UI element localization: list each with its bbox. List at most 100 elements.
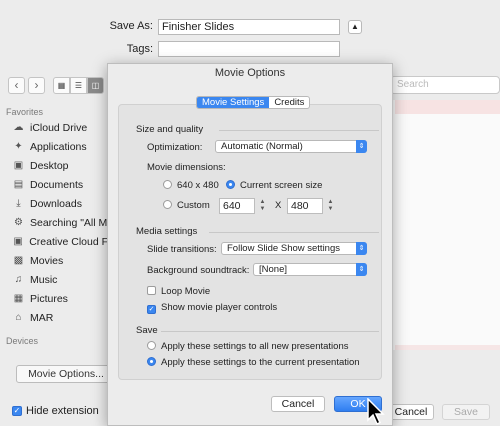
- chevron-right-icon: ›: [34, 78, 39, 92]
- checkbox-label: Loop Movie: [161, 286, 211, 297]
- radio-label: Apply these settings to the current pres…: [161, 357, 360, 368]
- forward-button[interactable]: ›: [28, 77, 45, 94]
- checkbox-label: Show movie player controls: [161, 302, 278, 313]
- sidebar-item-label: Applications: [30, 141, 87, 153]
- sidebar-item-label: Creative Cloud F: [29, 236, 108, 248]
- transitions-value: Follow Slide Show settings: [227, 243, 340, 254]
- music-icon: ♫: [14, 274, 23, 285]
- sidebar-item-label: Desktop: [30, 160, 69, 172]
- radio-icon: [147, 357, 156, 366]
- icon-view-button[interactable]: ▦: [53, 77, 70, 94]
- transitions-popup[interactable]: Follow Slide Show settings ⇕: [221, 242, 367, 255]
- save-section-header: Save: [136, 325, 158, 336]
- movie-options-sheet: Movie Options Size and quality Optimizat…: [107, 63, 393, 426]
- save-dialog-save-button[interactable]: Save: [442, 404, 490, 420]
- save-as-field[interactable]: Finisher Slides: [158, 19, 340, 35]
- sidebar-item-label: iCloud Drive: [30, 122, 88, 134]
- sidebar-item-label: Pictures: [30, 293, 68, 305]
- custom-width-field[interactable]: 640: [219, 198, 255, 214]
- search-input[interactable]: Search: [390, 76, 500, 94]
- soundtrack-label: Background soundtrack:: [147, 265, 250, 276]
- back-button[interactable]: ‹: [8, 77, 25, 94]
- sidebar-item-creative-cloud[interactable]: ▣ Creative Cloud F: [12, 233, 108, 251]
- checkbox-icon: ✓: [147, 305, 156, 314]
- radio-640x480[interactable]: 640 x 480: [163, 180, 219, 191]
- tab-credits[interactable]: Credits: [269, 97, 309, 108]
- optimization-popup[interactable]: Automatic (Normal) ⇕: [215, 140, 367, 153]
- sidebar-item-searching[interactable]: ⚙ Searching "All M: [12, 214, 108, 232]
- size-quality-header: Size and quality: [136, 124, 204, 135]
- finder-sidebar: Favorites ☁ iCloud Drive ✦ Applications ▣ D…: [0, 100, 108, 346]
- checkbox-icon: ✓: [12, 406, 22, 416]
- chevron-updown-icon: ⇕: [356, 263, 367, 276]
- tags-label: Tags:: [126, 43, 153, 55]
- radio-label: Apply these settings to all new presenta…: [161, 341, 349, 352]
- movie-options-button[interactable]: Movie Options...: [16, 365, 116, 383]
- documents-icon: ▤: [13, 179, 24, 190]
- applications-icon: ✦: [14, 141, 23, 152]
- radio-label: Custom: [177, 200, 210, 211]
- save-dialog-cancel-button[interactable]: Cancel: [388, 404, 434, 420]
- height-stepper[interactable]: ▲ ▼: [327, 199, 334, 213]
- chevron-updown-icon: ⇕: [356, 140, 367, 153]
- sidebar-item-desktop[interactable]: ▣ Desktop: [12, 157, 108, 175]
- tab-movie-settings[interactable]: Movie Settings: [197, 97, 270, 108]
- save-dialog-header: Save As: Finisher Slides ▲ Tags:: [0, 0, 500, 66]
- file-row: [395, 100, 500, 114]
- checkbox-icon: [147, 286, 156, 295]
- pictures-icon: ▦: [13, 293, 24, 304]
- radio-current-screen-size[interactable]: Current screen size: [226, 180, 322, 191]
- loop-movie-checkbox[interactable]: Loop Movie: [147, 286, 210, 297]
- home-icon: ⌂: [15, 312, 22, 323]
- sidebar-item-movies[interactable]: ▩ Movies: [12, 252, 108, 270]
- sidebar-item-mar[interactable]: ⌂ MAR: [12, 309, 108, 327]
- radio-label: 640 x 480: [177, 180, 219, 191]
- settings-panel: Size and quality Optimization: Automatic…: [118, 104, 382, 380]
- devices-header: Devices: [6, 336, 39, 346]
- sidebar-item-pictures[interactable]: ▦ Pictures: [12, 290, 108, 308]
- sheet-cancel-button[interactable]: Cancel: [271, 396, 325, 412]
- optimization-label: Optimization:: [147, 142, 203, 153]
- radio-icon: [163, 200, 172, 209]
- list-icon: ☰: [74, 81, 83, 90]
- width-stepper[interactable]: ▲ ▼: [259, 199, 266, 213]
- radio-custom[interactable]: Custom: [163, 200, 210, 211]
- sidebar-item-applications[interactable]: ✦ Applications: [12, 138, 108, 156]
- radio-icon: [147, 341, 156, 350]
- desktop-icon: ▣: [13, 160, 24, 171]
- sidebar-item-music[interactable]: ♫ Music: [12, 271, 108, 289]
- movies-icon: ▩: [13, 255, 24, 266]
- radio-apply-all[interactable]: Apply these settings to all new presenta…: [147, 341, 348, 352]
- expand-dialog-button[interactable]: ▲: [348, 20, 362, 34]
- sheet-title: Movie Options: [214, 67, 286, 79]
- radio-apply-current[interactable]: Apply these settings to the current pres…: [147, 357, 360, 368]
- cloud-icon: ☁: [13, 122, 24, 133]
- sidebar-item-label: MAR: [30, 312, 54, 324]
- downloads-icon: ⤓: [16, 198, 21, 209]
- soundtrack-popup[interactable]: [None] ⇕: [253, 263, 367, 276]
- sidebar-item-icloud-drive[interactable]: ☁ iCloud Drive: [12, 119, 108, 137]
- soundtrack-value: [None]: [259, 264, 287, 275]
- gear-folder-icon: ⚙: [14, 217, 23, 228]
- radio-label: Current screen size: [240, 180, 323, 191]
- dimension-x-label: X: [275, 200, 282, 211]
- columns-icon: ◫: [91, 81, 100, 90]
- list-view-button[interactable]: ☰: [70, 77, 87, 94]
- column-view-button[interactable]: ◫: [87, 77, 104, 94]
- custom-height-field[interactable]: 480: [287, 198, 323, 214]
- sidebar-item-label: Documents: [30, 179, 84, 191]
- chevron-up-icon: ▲: [351, 22, 359, 31]
- sidebar-item-downloads[interactable]: ⤓ Downloads: [12, 195, 108, 213]
- tags-field[interactable]: [158, 41, 340, 57]
- pointer-cursor-icon: [367, 398, 385, 426]
- chevron-updown-icon: ⇕: [356, 242, 367, 255]
- sidebar-item-label: Movies: [30, 255, 64, 267]
- hide-extension-label: Hide extension: [26, 405, 99, 417]
- hide-extension-checkbox[interactable]: ✓ Hide extension: [12, 405, 99, 417]
- sidebar-item-documents[interactable]: ▤ Documents: [12, 176, 108, 194]
- section-divider: [209, 232, 379, 233]
- save-as-label: Save As:: [109, 20, 153, 32]
- optimization-value: Automatic (Normal): [221, 141, 303, 152]
- settings-tabs: Movie Settings Credits: [196, 96, 311, 109]
- show-controls-checkbox[interactable]: ✓ Show movie player controls: [147, 302, 277, 314]
